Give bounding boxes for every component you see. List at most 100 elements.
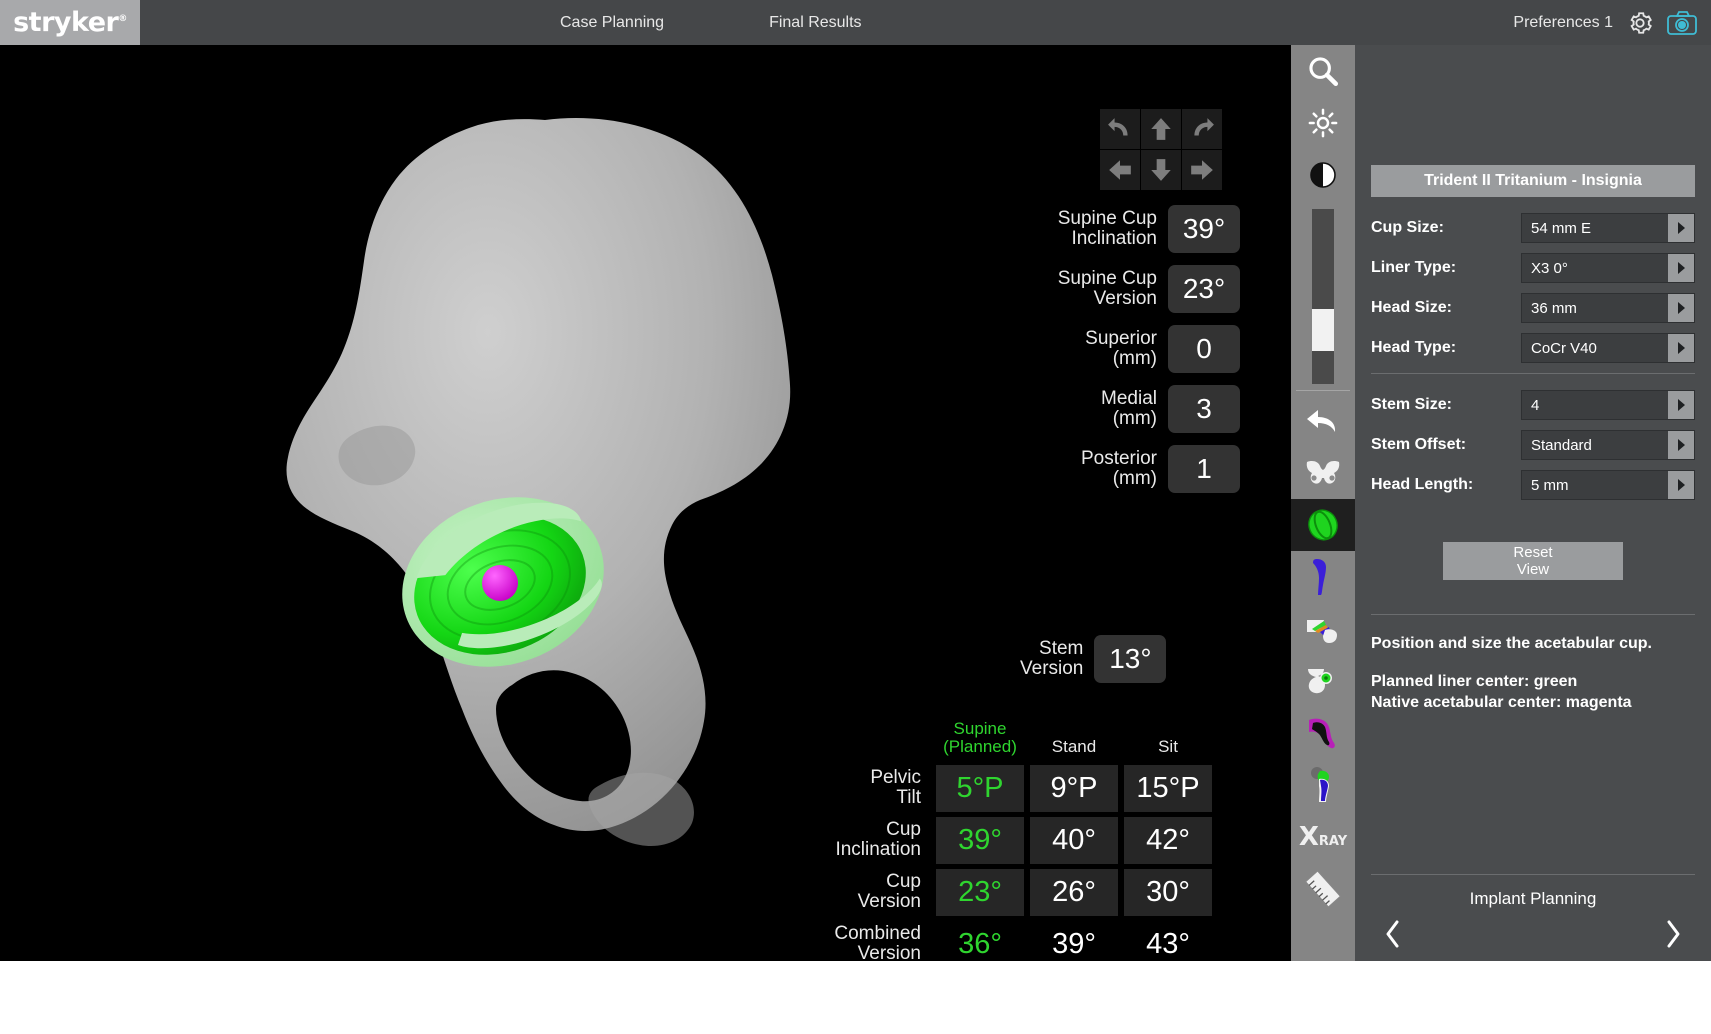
acetabular-cup-icon[interactable] xyxy=(1291,499,1355,551)
registered-mark: ® xyxy=(118,14,127,24)
slider-handle[interactable] xyxy=(1312,309,1334,351)
readout-label: Stem Version xyxy=(1020,637,1084,679)
implant-system-title: Trident II Tritanium - Insignia xyxy=(1371,165,1695,197)
field-head-type: Head Type: CoCr V40 xyxy=(1371,333,1695,363)
3d-viewport[interactable]: Supine Cup Inclination 39° Supine Cup Ve… xyxy=(0,45,1291,961)
table-row: Pelvic Tilt 5°P 9°P 15°P xyxy=(820,764,1212,812)
dropdown-value: 54 mm E xyxy=(1531,219,1592,237)
opacity-slider[interactable] xyxy=(1312,209,1334,384)
liner-type-dropdown[interactable]: X3 0° xyxy=(1521,253,1695,283)
acetabulum-center-icon[interactable] xyxy=(1291,655,1355,707)
field-head-length: Head Length: 5 mm xyxy=(1371,470,1695,500)
table-row: Cup Version 23° 26° 30° xyxy=(820,868,1212,916)
readout-value[interactable]: 0 xyxy=(1168,325,1240,373)
chevron-right-icon[interactable] xyxy=(1668,391,1694,419)
bottom-strip xyxy=(0,961,1711,1034)
cell-cup-version-supine: 23° xyxy=(936,868,1024,916)
stem-size-dropdown[interactable]: 4 xyxy=(1521,390,1695,420)
gear-icon[interactable] xyxy=(1627,10,1653,36)
chevron-left-icon[interactable] xyxy=(1383,919,1403,949)
field-label: Head Type: xyxy=(1371,339,1457,356)
cell-combined-version-stand: 39° xyxy=(1052,927,1096,960)
undo-icon[interactable] xyxy=(1291,395,1355,447)
field-label: Head Length: xyxy=(1371,476,1474,493)
brightness-icon[interactable] xyxy=(1291,97,1355,149)
rotate-left-icon[interactable] xyxy=(1100,109,1140,149)
field-label: Stem Size: xyxy=(1371,396,1452,413)
femoral-stem-icon[interactable] xyxy=(1291,551,1355,603)
tab-case-planning[interactable]: Case Planning xyxy=(560,14,664,32)
camera-icon[interactable] xyxy=(1667,10,1697,36)
native-hip-icon[interactable] xyxy=(1291,707,1355,759)
head-length-dropdown[interactable]: 5 mm xyxy=(1521,470,1695,500)
chevron-right-icon[interactable] xyxy=(1668,431,1694,459)
readout-value[interactable]: 13° xyxy=(1094,635,1167,683)
dropdown-value: Standard xyxy=(1531,436,1592,454)
view-toolbar: XRAY xyxy=(1291,45,1355,961)
row-label-pelvic-tilt: Pelvic Tilt xyxy=(870,767,921,809)
cell-pelvic-tilt-sit: 15°P xyxy=(1124,764,1212,812)
info-divider xyxy=(1371,614,1695,615)
xray-icon[interactable]: XRAY xyxy=(1291,811,1355,863)
head-type-dropdown[interactable]: CoCr V40 xyxy=(1521,333,1695,363)
dropdown-value: 36 mm xyxy=(1531,299,1577,317)
cell-cup-inclination-sit: 42° xyxy=(1124,816,1212,864)
rotate-right-icon[interactable] xyxy=(1182,109,1222,149)
field-liner-type: Liner Type: X3 0° xyxy=(1371,253,1695,283)
pelvis-icon[interactable] xyxy=(1291,447,1355,499)
readout-stem-version: Stem Version 13° xyxy=(1020,635,1167,683)
readout-value[interactable]: 39° xyxy=(1168,205,1240,253)
zoom-search-icon[interactable] xyxy=(1291,45,1355,97)
arrow-right-icon[interactable] xyxy=(1182,150,1222,190)
chevron-right-icon[interactable] xyxy=(1668,471,1694,499)
stem-offset-dropdown[interactable]: Standard xyxy=(1521,430,1695,460)
instruction-line-2: Planned liner center: green xyxy=(1371,672,1578,690)
column-header-stand: Stand xyxy=(1051,736,1097,756)
contrast-icon[interactable] xyxy=(1291,149,1355,201)
column-header-supine-planned: Supine (Planned) xyxy=(943,719,1017,756)
xray-label-x: X xyxy=(1298,822,1319,852)
panel-divider xyxy=(1371,373,1695,374)
reset-view-line2: View xyxy=(1516,561,1550,578)
cup-position-readouts: Supine Cup Inclination 39° Supine Cup Ve… xyxy=(960,205,1240,505)
readout-value[interactable]: 23° xyxy=(1168,265,1240,313)
view-rotation-pad[interactable] xyxy=(1100,109,1222,190)
chevron-right-icon[interactable] xyxy=(1663,919,1683,949)
readout-medial: Medial (mm) 3 xyxy=(960,385,1240,433)
head-size-dropdown[interactable]: 36 mm xyxy=(1521,293,1695,323)
xray-label-ray: RAY xyxy=(1318,834,1348,849)
field-stem-offset: Stem Offset: Standard xyxy=(1371,430,1695,460)
primary-nav: Case Planning Final Results xyxy=(560,0,862,45)
readout-value[interactable]: 1 xyxy=(1168,445,1240,493)
ruler-icon[interactable] xyxy=(1291,863,1355,915)
chevron-right-icon[interactable] xyxy=(1668,294,1694,322)
field-label: Stem Offset: xyxy=(1371,436,1467,453)
cell-cup-version-sit: 30° xyxy=(1124,868,1212,916)
chevron-right-icon[interactable] xyxy=(1668,254,1694,282)
reset-view-button[interactable]: Reset View xyxy=(1443,542,1623,580)
arrow-up-icon[interactable] xyxy=(1141,109,1181,149)
chevron-right-icon[interactable] xyxy=(1668,334,1694,362)
field-label: Cup Size: xyxy=(1371,219,1444,236)
chevron-right-icon[interactable] xyxy=(1668,214,1694,242)
readout-label: Supine Cup Inclination xyxy=(1057,207,1157,249)
resection-plane-icon[interactable] xyxy=(1291,603,1355,655)
toolbar-divider xyxy=(1296,390,1350,391)
readout-value[interactable]: 3 xyxy=(1168,385,1240,433)
position-measurement-table: Supine (Planned) Stand Sit Pelvic Tilt 5… xyxy=(820,720,1212,961)
field-stem-size: Stem Size: 4 xyxy=(1371,390,1695,420)
dropdown-value: 4 xyxy=(1531,396,1540,414)
cell-combined-version-supine: 36° xyxy=(958,927,1002,960)
column-header-sit: Sit xyxy=(1158,736,1178,756)
cup-size-dropdown[interactable]: 54 mm E xyxy=(1521,213,1695,243)
footer-divider xyxy=(1371,874,1695,875)
implant-assembly-icon[interactable] xyxy=(1291,759,1355,811)
cell-cup-inclination-stand: 40° xyxy=(1030,816,1118,864)
field-head-size: Head Size: 36 mm xyxy=(1371,293,1695,323)
arrow-down-icon[interactable] xyxy=(1141,150,1181,190)
arrow-left-icon[interactable] xyxy=(1100,150,1140,190)
preferences-label[interactable]: Preferences 1 xyxy=(1513,14,1613,32)
readout-label: Supine Cup Version xyxy=(1057,267,1157,309)
tab-final-results[interactable]: Final Results xyxy=(769,14,861,32)
readout-posterior: Posterior (mm) 1 xyxy=(960,445,1240,493)
